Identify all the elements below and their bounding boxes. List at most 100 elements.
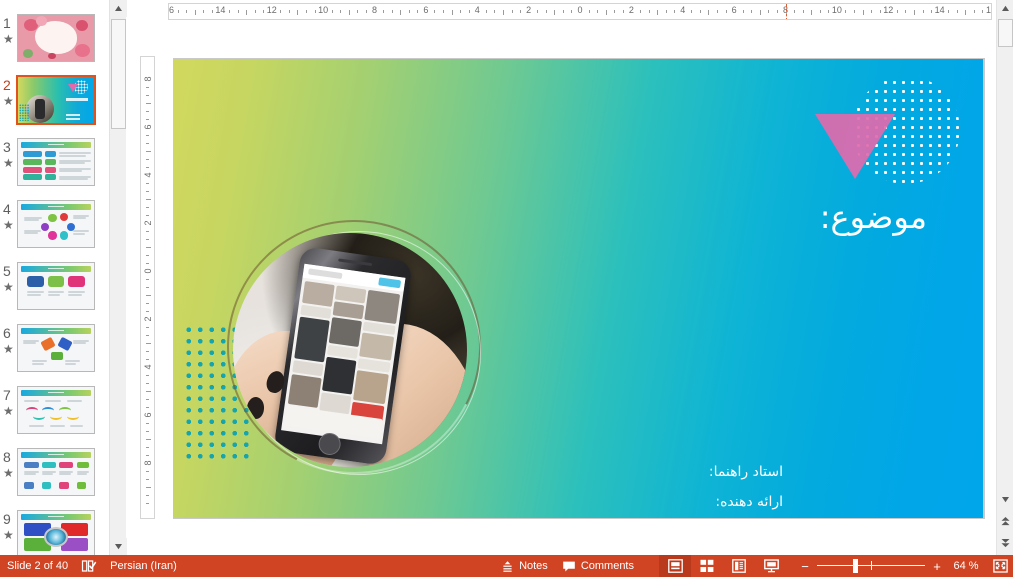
ruler-minor-tick	[562, 10, 564, 13]
slide-thumbnail-3[interactable]: 3 ★	[0, 138, 108, 200]
previous-slide-button[interactable]	[997, 513, 1013, 530]
ruler-minor-tick	[699, 10, 701, 13]
ruler-minor-tick	[460, 10, 462, 13]
slide-show-button[interactable]	[755, 555, 787, 577]
ruler-minor-tick	[146, 430, 149, 432]
ruler-minor-tick	[297, 10, 299, 15]
ruler-minor-tick	[639, 10, 641, 13]
animation-star-icon: ★	[3, 466, 14, 480]
normal-view-icon	[667, 559, 683, 573]
slide-show-icon	[763, 559, 779, 573]
slide-thumbnail-5[interactable]: 5 ★	[0, 262, 108, 324]
zoom-in-button[interactable]: +	[929, 560, 945, 573]
ruler-minor-tick	[502, 10, 504, 15]
ruler-minor-tick	[146, 302, 149, 304]
ruler-minor-tick	[146, 134, 149, 136]
ruler-minor-tick	[177, 10, 179, 13]
thumbnail-pane-scrollbar[interactable]	[109, 0, 127, 555]
ruler-minor-tick	[146, 374, 149, 376]
ruler-minor-tick	[146, 206, 149, 208]
ruler-minor-tick	[862, 10, 864, 15]
zoom-control[interactable]: − + 64 %	[797, 555, 1013, 577]
zoom-out-button[interactable]: −	[797, 560, 813, 573]
reading-view-button[interactable]	[723, 555, 755, 577]
ruler-minor-tick	[614, 10, 616, 13]
slide-sorter-view-button[interactable]	[691, 555, 723, 577]
editor-scroll-up-button[interactable]	[997, 0, 1013, 17]
slide-thumbnail-6[interactable]: 6 ★	[0, 324, 108, 386]
slide-thumbnail-1[interactable]: 1 ★	[0, 14, 108, 76]
thumbnail-image[interactable]	[17, 262, 95, 310]
ruler-minor-tick	[896, 10, 898, 13]
supervisor-label[interactable]: استاد راهنما:	[709, 464, 783, 480]
editor-scroll-down-button[interactable]	[997, 491, 1013, 508]
horizontal-ruler[interactable]: 1614121086420246810121416	[168, 3, 992, 20]
slide-indicator-label: Slide 2 of 40	[7, 560, 69, 572]
slide-thumbnail-7[interactable]: 7 ★	[0, 386, 108, 448]
thumbnail-scrollbar-thumb[interactable]	[111, 19, 126, 129]
slide-thumbnail-2[interactable]: 2 ★	[0, 75, 108, 138]
ruler-tick-label: 10	[318, 5, 329, 15]
previous-slide-double-arrow-icon	[1001, 517, 1010, 526]
ruler-minor-tick	[146, 118, 149, 120]
thumbnail-image[interactable]	[17, 14, 95, 62]
normal-view-button[interactable]	[659, 555, 691, 577]
slide-thumbnail-pane[interactable]: 1 ★ 2 ★ 3 ★ 4 ★ 5 ★ 6 ★ 7 ★ 8 ★ 9 ★	[0, 0, 108, 555]
editor-scrollbar-thumb[interactable]	[998, 19, 1013, 47]
slide-indicator[interactable]: Slide 2 of 40	[0, 555, 75, 577]
ruler-minor-tick	[605, 10, 607, 15]
animation-star-icon: ★	[3, 94, 14, 108]
fit-slide-to-window-button[interactable]	[987, 559, 1013, 573]
reading-view-icon	[732, 559, 746, 573]
ruler-tick-label: 4	[143, 172, 153, 178]
next-slide-double-arrow-icon	[1001, 539, 1010, 548]
ruler-minor-tick	[571, 10, 573, 13]
ruler-minor-tick	[146, 94, 149, 96]
ruler-minor-tick	[146, 278, 149, 280]
ruler-minor-tick	[186, 10, 188, 13]
ruler-minor-tick	[146, 182, 149, 184]
thumbnail-image[interactable]	[17, 200, 95, 248]
notes-button[interactable]: Notes	[494, 555, 555, 577]
presenter-label[interactable]: ارائه دهنده:	[715, 494, 783, 510]
ruler-minor-tick	[146, 390, 151, 392]
ruler-tick-label: 16	[168, 5, 175, 15]
thumbnail-scroll-down-button[interactable]	[110, 538, 127, 555]
ruler-minor-tick	[973, 10, 975, 13]
slide-pane-scrollbar[interactable]	[996, 0, 1013, 555]
spellcheck-button[interactable]	[75, 555, 103, 577]
thumbnail-image[interactable]	[17, 138, 95, 186]
thumbnail-image[interactable]	[17, 386, 95, 434]
thumbnail-image[interactable]	[16, 75, 96, 125]
zoom-slider-handle[interactable]	[853, 559, 858, 573]
thumbnail-scroll-up-button[interactable]	[110, 0, 127, 17]
ruler-minor-tick	[194, 10, 196, 15]
ruler-minor-tick	[794, 10, 796, 13]
ruler-minor-tick	[146, 238, 149, 240]
ruler-tick-label: 12	[266, 5, 277, 15]
language-label: Persian (Iran)	[110, 560, 177, 572]
next-slide-button[interactable]	[997, 535, 1013, 552]
vertical-ruler[interactable]: 8 6 4 2 0 2 4 6 8	[140, 56, 155, 519]
slide-canvas[interactable]: موضوع: استاد راهنما: ارائه دهنده:	[173, 59, 983, 518]
animation-star-icon: ★	[3, 404, 14, 418]
slide-thumbnail-4[interactable]: 4 ★	[0, 200, 108, 262]
comments-button[interactable]: Comments	[555, 555, 641, 577]
ruler-minor-tick	[905, 10, 907, 13]
photo-placeholder[interactable]	[192, 186, 526, 518]
ruler-minor-tick	[146, 230, 149, 232]
thumbnail-image[interactable]	[17, 448, 95, 496]
slide-title[interactable]: موضوع:	[820, 198, 927, 236]
phone-photo-image	[233, 233, 467, 467]
ruler-minor-tick	[146, 358, 149, 360]
zoom-percentage-label[interactable]: 64 %	[945, 560, 987, 572]
ruler-tick-label: 4	[474, 5, 480, 15]
ruler-minor-tick	[146, 334, 149, 336]
slide-thumbnail-8[interactable]: 8 ★	[0, 448, 108, 510]
thumbnail-image[interactable]	[17, 510, 95, 555]
slide-thumbnail-9[interactable]: 9 ★	[0, 510, 108, 555]
language-indicator[interactable]: Persian (Iran)	[103, 555, 184, 577]
thumbnail-image[interactable]	[17, 324, 95, 372]
zoom-slider[interactable]	[817, 555, 925, 577]
ruler-indent-marker[interactable]	[785, 4, 787, 19]
